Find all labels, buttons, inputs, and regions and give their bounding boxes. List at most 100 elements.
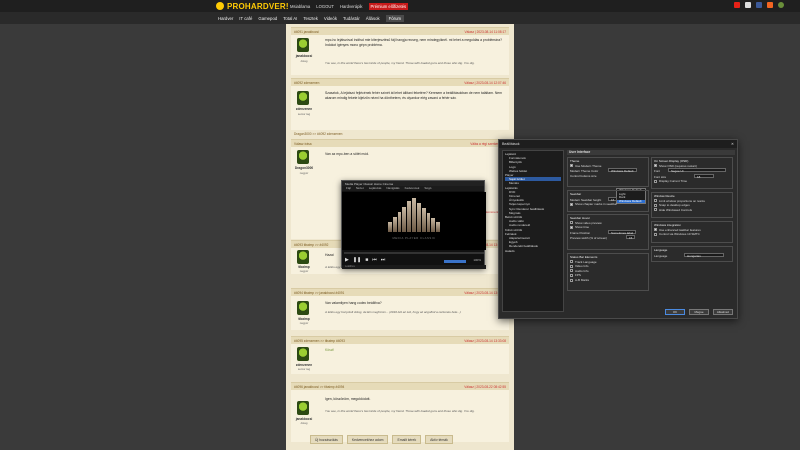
top-link-logout[interactable]: LOGOUT bbox=[316, 4, 334, 9]
write-reply-label[interactable]: Válasz írása bbox=[294, 142, 312, 146]
post-signature: You see, in this world there's two kinds… bbox=[325, 61, 475, 65]
options-tree: Lejátszó Formátumok Billentyűk Logó Webe… bbox=[502, 150, 564, 312]
player-menu-view[interactable]: Nézet bbox=[356, 186, 364, 191]
post-author-link[interactable]: #4091 janakbocsi bbox=[294, 30, 319, 34]
post-body: Van valamilyen hang codec beállítva? bbox=[325, 301, 382, 305]
pause-icon[interactable]: ❚❚ bbox=[353, 257, 361, 263]
prev-icon[interactable]: ⏮ bbox=[372, 257, 377, 263]
post-author-link[interactable]: #4092 zdenzenen bbox=[294, 81, 319, 85]
volume-slider[interactable] bbox=[444, 260, 466, 263]
player-menu-file[interactable]: Fájl bbox=[346, 186, 351, 191]
post-meta[interactable]: Válasz | 2023-08-14 11:08:17 bbox=[464, 30, 506, 34]
preview-width-row: Preview width (% of screen) 15 bbox=[570, 235, 646, 241]
nav-hardver[interactable]: Hardver bbox=[218, 16, 233, 21]
post-body: Igen, köszönöm, megoldódott. bbox=[325, 397, 371, 401]
post-user-rank: senior tag bbox=[297, 112, 311, 116]
email-notify-button[interactable]: Emailt kérek bbox=[392, 435, 422, 444]
post-username[interactable]: janakbocsi bbox=[293, 54, 315, 58]
language-select[interactable]: Hungarian bbox=[684, 252, 724, 258]
player-menu-navigate[interactable]: Navigálás bbox=[386, 186, 399, 191]
nav-allasok[interactable]: Állások bbox=[366, 16, 380, 21]
play-icon[interactable]: ▶ bbox=[345, 257, 349, 263]
quote-header[interactable]: Dragon3000 >> #4092 zdenzenen bbox=[291, 132, 509, 138]
instagram-icon[interactable] bbox=[745, 2, 751, 8]
avatar[interactable] bbox=[297, 347, 309, 361]
post-meta[interactable]: Válasz | 2023-08-14 13:33:08 bbox=[464, 339, 506, 343]
user-avatar-icon[interactable] bbox=[778, 2, 784, 8]
mpc-logo-bars bbox=[388, 198, 440, 232]
close-icon[interactable]: ✕ bbox=[731, 142, 734, 146]
nav-totalai[interactable]: Total AI bbox=[283, 16, 297, 21]
frame-position-select[interactable]: Sometimes label bbox=[608, 229, 637, 235]
avatar[interactable] bbox=[297, 38, 309, 52]
logo-icon bbox=[216, 2, 224, 10]
options-dialog[interactable]: Beállítások ✕ Lejátszó Formátumok Billen… bbox=[498, 139, 738, 319]
avatar[interactable] bbox=[297, 401, 309, 415]
dialog-titlebar[interactable]: Beállítások ✕ bbox=[499, 140, 737, 148]
reply-textarea[interactable]: Van az mpc-ben a sötét mód. bbox=[325, 152, 503, 157]
avatar[interactable] bbox=[297, 91, 309, 105]
options-panel: User Interface Theme Use Modern Theme Mo… bbox=[567, 150, 735, 308]
main-nav: Hardver IT café Gamepod Total AI Tesztek… bbox=[218, 15, 405, 22]
nav-videok[interactable]: Videók bbox=[324, 16, 337, 21]
facebook-icon[interactable] bbox=[756, 2, 762, 8]
seekbar-height-input[interactable]: 16 bbox=[608, 196, 618, 202]
add-favorite-button[interactable]: Kedvencekhez adom bbox=[346, 435, 389, 444]
nav-bar: Hardver IT café Gamepod Total AI Tesztek… bbox=[0, 12, 800, 24]
post-author-link[interactable]: #4094 tibaimp >> janakbocsi #4091 bbox=[294, 291, 344, 295]
active-topics-button[interactable]: Aktív témák bbox=[425, 435, 453, 444]
ok-button[interactable]: OK bbox=[665, 309, 685, 315]
next-icon[interactable]: ⏭ bbox=[381, 257, 386, 263]
forum-post: #4094 tibaimp >> janakbocsi #4091 Válasz… bbox=[291, 288, 509, 330]
post-meta[interactable]: Válasz | 2023-08-14 12:07:46 bbox=[464, 81, 506, 85]
video-area[interactable]: MEDIA PLAYER CLASSIC bbox=[342, 192, 486, 250]
new-post-button[interactable]: Új hozzászólás bbox=[310, 435, 343, 444]
post-user-rank: nagyúr bbox=[299, 171, 309, 175]
post-username[interactable]: zdenzenen bbox=[293, 107, 315, 111]
hide-windowed-checkbox[interactable]: Hide Windowed Controls bbox=[654, 208, 730, 213]
post-body: Szasztok, A lejátszó fejlécének fehér sz… bbox=[325, 91, 502, 100]
player-menu-play[interactable]: Lejátszás bbox=[369, 186, 382, 191]
font-select[interactable]: Segoe UI bbox=[668, 168, 726, 173]
logo-text: PROHARDVER! bbox=[227, 1, 289, 11]
apply-button[interactable]: Alkalmaz bbox=[713, 309, 733, 315]
seek-bar[interactable] bbox=[344, 252, 484, 254]
player-status: Leállítva bbox=[342, 265, 486, 269]
site-logo[interactable]: PROHARDVER! bbox=[216, 1, 289, 11]
player-menu: Fájl Nézet Lejátszás Navigálás Kedvencek… bbox=[342, 186, 484, 191]
avatar[interactable] bbox=[297, 150, 309, 164]
avatar[interactable] bbox=[297, 301, 309, 315]
display-time-checkbox[interactable]: Display Current Time bbox=[654, 179, 730, 184]
tree-item[interactable]: Haladó bbox=[505, 249, 561, 253]
youtube-icon[interactable] bbox=[734, 2, 740, 8]
nav-tudastar[interactable]: Tudástár bbox=[343, 16, 360, 21]
theme-color-select[interactable]: Windows Default bbox=[608, 168, 637, 173]
post-meta[interactable]: Válasz | 2023-08-22 08:42:55 bbox=[464, 385, 506, 389]
nav-itcafe[interactable]: IT café bbox=[239, 16, 252, 21]
ab-marks-checkbox[interactable]: A-B Marks bbox=[570, 278, 646, 283]
preview-width-input[interactable]: 15 bbox=[626, 235, 636, 240]
player-menu-favorites[interactable]: Kedvencek bbox=[405, 186, 420, 191]
post-username[interactable]: Dragon3000 bbox=[293, 166, 315, 170]
nav-forum[interactable]: Fórum bbox=[385, 15, 405, 22]
nav-gamepod[interactable]: Gamepod bbox=[258, 16, 277, 21]
post-signature: You see, in this world there's two kinds… bbox=[325, 409, 475, 413]
top-link-hardverapro[interactable]: Hardverápik bbox=[340, 4, 363, 9]
avatar[interactable] bbox=[297, 250, 309, 264]
rss-icon[interactable] bbox=[767, 2, 773, 8]
premium-button[interactable]: Prémium előfizetés bbox=[368, 3, 409, 10]
post-body: mpc-hc lejátszóval indítsd mte kiterjesz… bbox=[325, 38, 502, 47]
stop-icon[interactable]: ■ bbox=[365, 257, 368, 263]
language-group: Language Language Hungarian bbox=[651, 246, 733, 262]
cancel-button[interactable]: Mégse bbox=[689, 309, 709, 315]
nav-tesztek[interactable]: Tesztek bbox=[303, 16, 318, 21]
top-link-messages[interactable]: Msiablama bbox=[290, 4, 310, 9]
player-menu-help[interactable]: Súgó bbox=[424, 186, 431, 191]
media-player-window[interactable]: Media Player Classic Home Cinema Fájl Né… bbox=[341, 180, 486, 269]
chapter-marks-checkbox[interactable]: Show chapter marks in seekbar bbox=[570, 202, 646, 207]
post-author-link[interactable]: #4096 janakbocsi >> tibaimp #4094 bbox=[294, 385, 344, 389]
post-author-link[interactable]: #4093 tibaimp >> #4092 bbox=[294, 243, 328, 247]
smtc-checkbox[interactable]: Control via Windows 10 SMTC bbox=[654, 232, 730, 237]
font-size-select[interactable]: 18 bbox=[694, 173, 714, 179]
post-author-link[interactable]: #4095 zdenzenen >> tibaimp #4093 bbox=[294, 339, 345, 343]
